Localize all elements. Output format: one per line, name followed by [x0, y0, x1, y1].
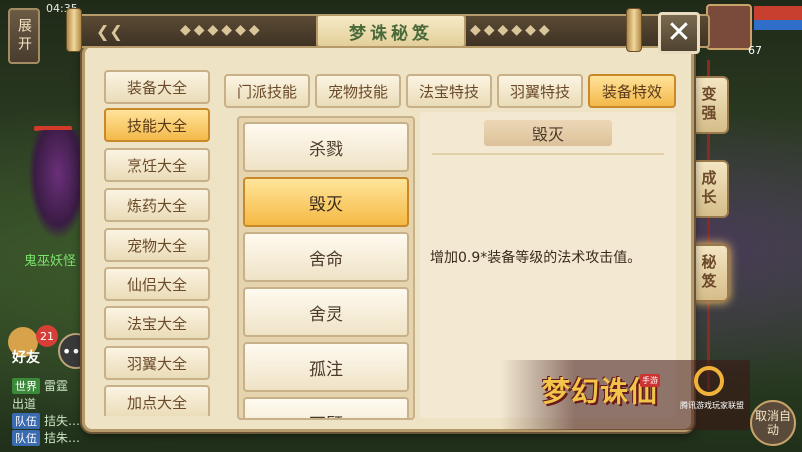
- tab-pet-skills[interactable]: 宠物技能: [315, 74, 401, 108]
- expand-button[interactable]: 展开: [8, 8, 40, 64]
- game-logo-watermark: 梦幻诛仙 手游 腾讯游戏玩家联盟: [500, 360, 750, 430]
- scroll-end-left-icon: [66, 8, 82, 52]
- chat-text: 雷霆: [44, 379, 69, 393]
- category-list[interactable]: 装备大全 技能大全 烹饪大全 炼药大全 宠物大全 仙侣大全 法宝大全 羽翼大全 …: [104, 70, 212, 416]
- category-item-wings[interactable]: 羽翼大全: [104, 346, 210, 380]
- panel-title: 梦诛秘笈: [316, 14, 466, 48]
- category-item-pets[interactable]: 宠物大全: [104, 228, 210, 262]
- skill-item[interactable]: 舍命: [243, 232, 409, 282]
- publisher-label: 腾讯游戏玩家联盟: [680, 401, 744, 410]
- friend-count-badge: 21: [36, 325, 58, 347]
- close-icon: ✕: [666, 15, 692, 50]
- category-item-skills[interactable]: 技能大全: [104, 108, 210, 142]
- category-item-companions[interactable]: 仙侣大全: [104, 267, 210, 301]
- scroll-end-right-icon: [626, 8, 642, 52]
- auto-cancel-button[interactable]: 取消自动: [750, 400, 796, 446]
- tab-wing-skills[interactable]: 羽翼特技: [497, 74, 583, 108]
- tab-sect-skills[interactable]: 门派技能: [224, 74, 310, 108]
- skill-detail-description: 增加0.9*装备等级的法术攻击值。: [430, 250, 642, 266]
- tencent-logo-icon: [694, 366, 724, 396]
- skill-item[interactable]: 不顾: [243, 397, 409, 418]
- skill-list[interactable]: 杀戮 毁灭 舍命 舍灵 孤注 不顾: [237, 116, 415, 420]
- title-ornament-icon: ◆◆◆◆◆◆: [470, 22, 553, 38]
- right-menu-strengthen-button[interactable]: 变强: [689, 76, 729, 134]
- chat-text: 出道: [12, 397, 37, 411]
- player-avatar[interactable]: [706, 4, 752, 50]
- close-button[interactable]: ✕: [658, 12, 700, 54]
- title-ornament-icon: ❮❮: [96, 22, 123, 41]
- chat-text: 拮失…: [44, 414, 81, 428]
- category-item-alchemy[interactable]: 炼药大全: [104, 188, 210, 222]
- chat-channel-tag: 世界: [12, 378, 40, 394]
- skill-item[interactable]: 舍灵: [243, 287, 409, 337]
- skill-item[interactable]: 孤注: [243, 342, 409, 392]
- tab-artifact-skills[interactable]: 法宝特技: [406, 74, 492, 108]
- npc-name-label: 鬼巫妖怪: [24, 254, 77, 269]
- chat-channel-tag: 队伍: [12, 413, 40, 429]
- friend-label[interactable]: 好友: [12, 347, 40, 367]
- title-ornament-icon: ◆◆◆◆◆◆: [180, 22, 263, 38]
- skill-item[interactable]: 杀戮: [243, 122, 409, 172]
- chat-line[interactable]: 队伍 拮朱…: [12, 429, 80, 446]
- right-menu-guide-button[interactable]: 秘笈: [689, 244, 729, 302]
- player-hp-bar: [754, 6, 802, 20]
- skill-item-selected[interactable]: 毁灭: [243, 177, 409, 227]
- detail-divider: [432, 153, 664, 155]
- category-item-artifacts[interactable]: 法宝大全: [104, 306, 210, 340]
- chat-line[interactable]: 世界 雷霆: [12, 377, 68, 394]
- chat-line[interactable]: 队伍 拮失…: [12, 412, 80, 429]
- player-mp-bar: [754, 20, 802, 30]
- chat-line[interactable]: 出道: [12, 395, 36, 412]
- npc-character[interactable]: [28, 130, 88, 240]
- right-menu-growth-button[interactable]: 成长: [689, 160, 729, 218]
- tab-equipment-effects[interactable]: 装备特效: [588, 74, 676, 108]
- game-logo-tag: 手游: [640, 374, 660, 387]
- chat-text: 拮朱…: [44, 431, 81, 445]
- category-item-cooking[interactable]: 烹饪大全: [104, 148, 210, 182]
- category-item-equipment[interactable]: 装备大全: [104, 70, 210, 104]
- chat-channel-tag: 队伍: [12, 430, 40, 446]
- skill-detail-title: 毁灭: [484, 120, 612, 146]
- category-item-attributes[interactable]: 加点大全: [104, 385, 210, 416]
- player-level: 67: [748, 44, 762, 57]
